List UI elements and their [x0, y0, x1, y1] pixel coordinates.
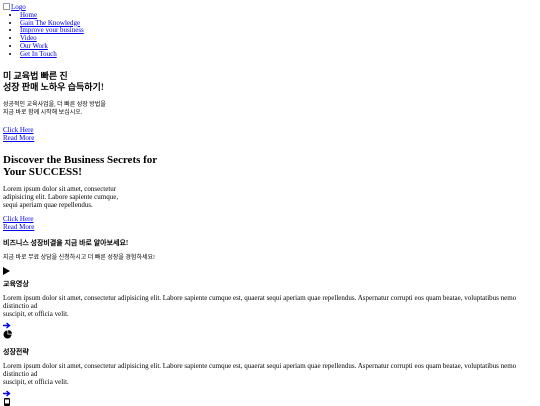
hero-ko-sub2: 지금 바로 함께 시작해 보십시오. — [3, 110, 83, 117]
hero-korean-heading: 미 교육법 빠른 진 성장 판매 노하우 습득하기! — [3, 71, 537, 93]
intro-line1: Lorem ipsum dolor sit amet, consectetur — [3, 185, 117, 194]
feature-text-1-line2: suscipit, et officia velit. — [3, 310, 69, 319]
nav-item-contact: Get In Touch — [20, 50, 537, 59]
hero-ko-line2: 성장 판매 노하우 습득하기! — [3, 82, 104, 93]
intro-line2: adipisicing elit. Labore sapiente cumque… — [3, 193, 119, 202]
logo-alt-text: Logo — [11, 3, 26, 11]
logo-link[interactable]: Logo — [3, 3, 537, 12]
main-nav: Home Gain The Knowledge Improve your bus… — [3, 11, 537, 59]
cta-subtext: 지금 바로 무료 상담을 신청하시고 더 빠른 성장을 경험하세요! — [3, 255, 155, 262]
intro-links: Click Here Read More — [3, 215, 537, 231]
nav-item-work: Our Work — [20, 42, 537, 51]
hero-links: Click Here Read More — [3, 126, 537, 142]
nav-item-video: Video — [20, 34, 537, 43]
read-more-link-2[interactable]: Read More — [3, 223, 537, 231]
feature-text-2-line1: Lorem ipsum dolor sit amet, consectetur … — [3, 362, 517, 379]
cta-heading: 비즈니스 성장비결을 지금 바로 알아보세요! — [3, 239, 129, 248]
arrow-right-icon-2[interactable] — [3, 390, 11, 397]
feature-text-2-line2: suscipit, et officia velit. — [3, 378, 69, 387]
page: Logo Home Gain The Knowledge Improve you… — [0, 0, 540, 406]
hero-english-heading: Discover the Business Secrets for Your S… — [3, 154, 537, 178]
click-here-link[interactable]: Click Here — [3, 126, 537, 134]
hero-en-line1: Discover the Business Secrets for — [3, 154, 158, 167]
read-more-link[interactable]: Read More — [3, 134, 537, 142]
nav-link-contact[interactable]: Get In Touch — [20, 50, 57, 58]
feature-text-1: Lorem ipsum dolor sit amet, consectetur … — [3, 294, 537, 318]
hero-korean-subtext: 성공적인 교육사업을, 더 빠른 성장 방법을 지금 바로 함께 시작해 보십시… — [3, 101, 537, 117]
feature-text-1-line1: Lorem ipsum dolor sit amet, consectetur … — [3, 294, 517, 311]
broken-image-icon — [3, 3, 10, 10]
feature-text-2: Lorem ipsum dolor sit amet, consectetur … — [3, 362, 537, 386]
hero-ko-sub1: 성공적인 교육사업을, 더 빠른 성장 방법을 — [3, 102, 106, 109]
feature-title-1: 교육영상 — [3, 280, 29, 289]
nav-item-knowledge: Gain The Knowledge — [20, 19, 537, 28]
intro-paragraph: Lorem ipsum dolor sit amet, consectetur … — [3, 185, 537, 209]
feature-title-2: 성장전략 — [3, 348, 29, 357]
intro-line3: sequi aperiam quae repellendus. — [3, 201, 93, 210]
hero-ko-line1: 미 교육법 빠른 진 — [3, 71, 68, 82]
hero-en-line2: Your SUCCESS! — [3, 166, 82, 179]
play-icon — [3, 267, 10, 276]
nav-item-business: Improve your business — [20, 27, 537, 35]
click-here-link-2[interactable]: Click Here — [3, 215, 537, 223]
nav-item-home: Home — [20, 11, 537, 20]
pie-chart-icon — [3, 330, 12, 339]
arrow-right-icon[interactable] — [3, 322, 11, 329]
